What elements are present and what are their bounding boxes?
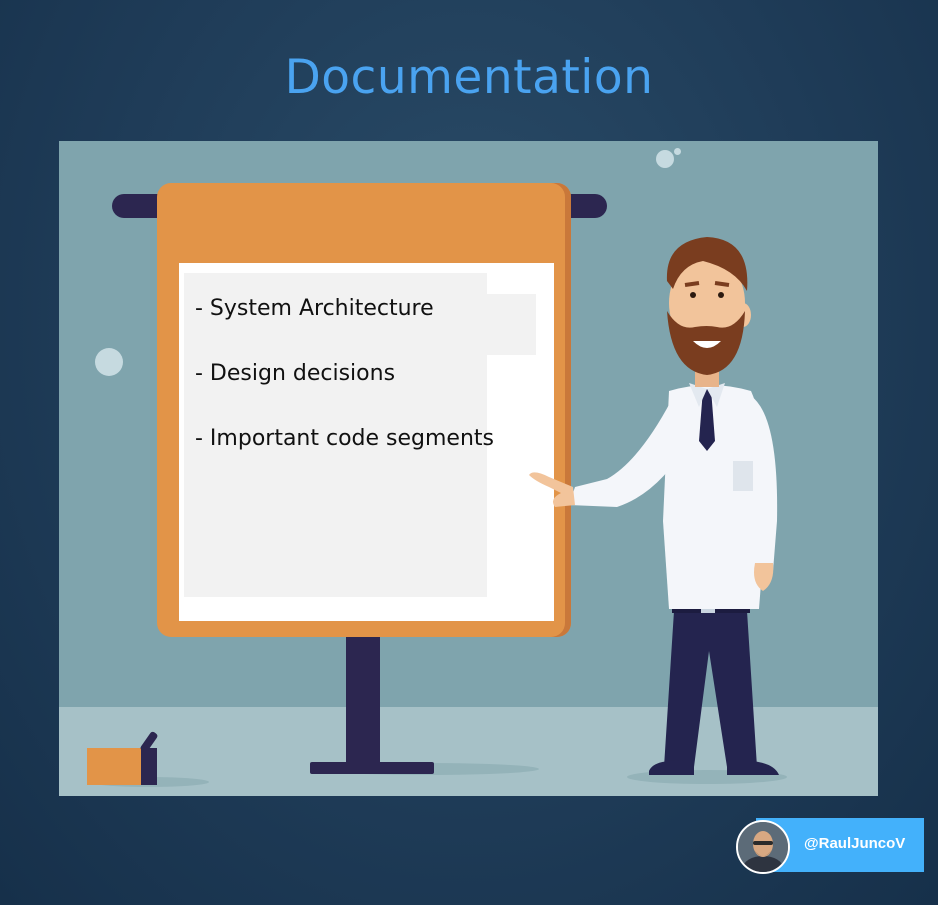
note-item: - Design decisions — [195, 361, 396, 386]
presentation-illustration: - System Architecture - Design decisions… — [59, 141, 878, 796]
author-handle: @RaulJuncoV — [804, 835, 906, 852]
note-item: - System Architecture — [195, 296, 434, 321]
supply-box-side — [141, 748, 157, 785]
bubble-decoration — [95, 348, 123, 376]
note-item: - Important code segments — [195, 426, 494, 451]
avatar-image — [738, 822, 788, 872]
easel-leg — [346, 631, 380, 771]
presenter-figure — [529, 237, 787, 784]
avatar — [736, 820, 790, 874]
easel-base — [310, 762, 434, 774]
author-badge: @RaulJuncoV — [736, 818, 924, 874]
slide-title: Documentation — [284, 50, 654, 105]
bubble-decoration — [656, 150, 674, 168]
bubble-decoration — [674, 148, 681, 155]
supply-box — [87, 748, 147, 785]
